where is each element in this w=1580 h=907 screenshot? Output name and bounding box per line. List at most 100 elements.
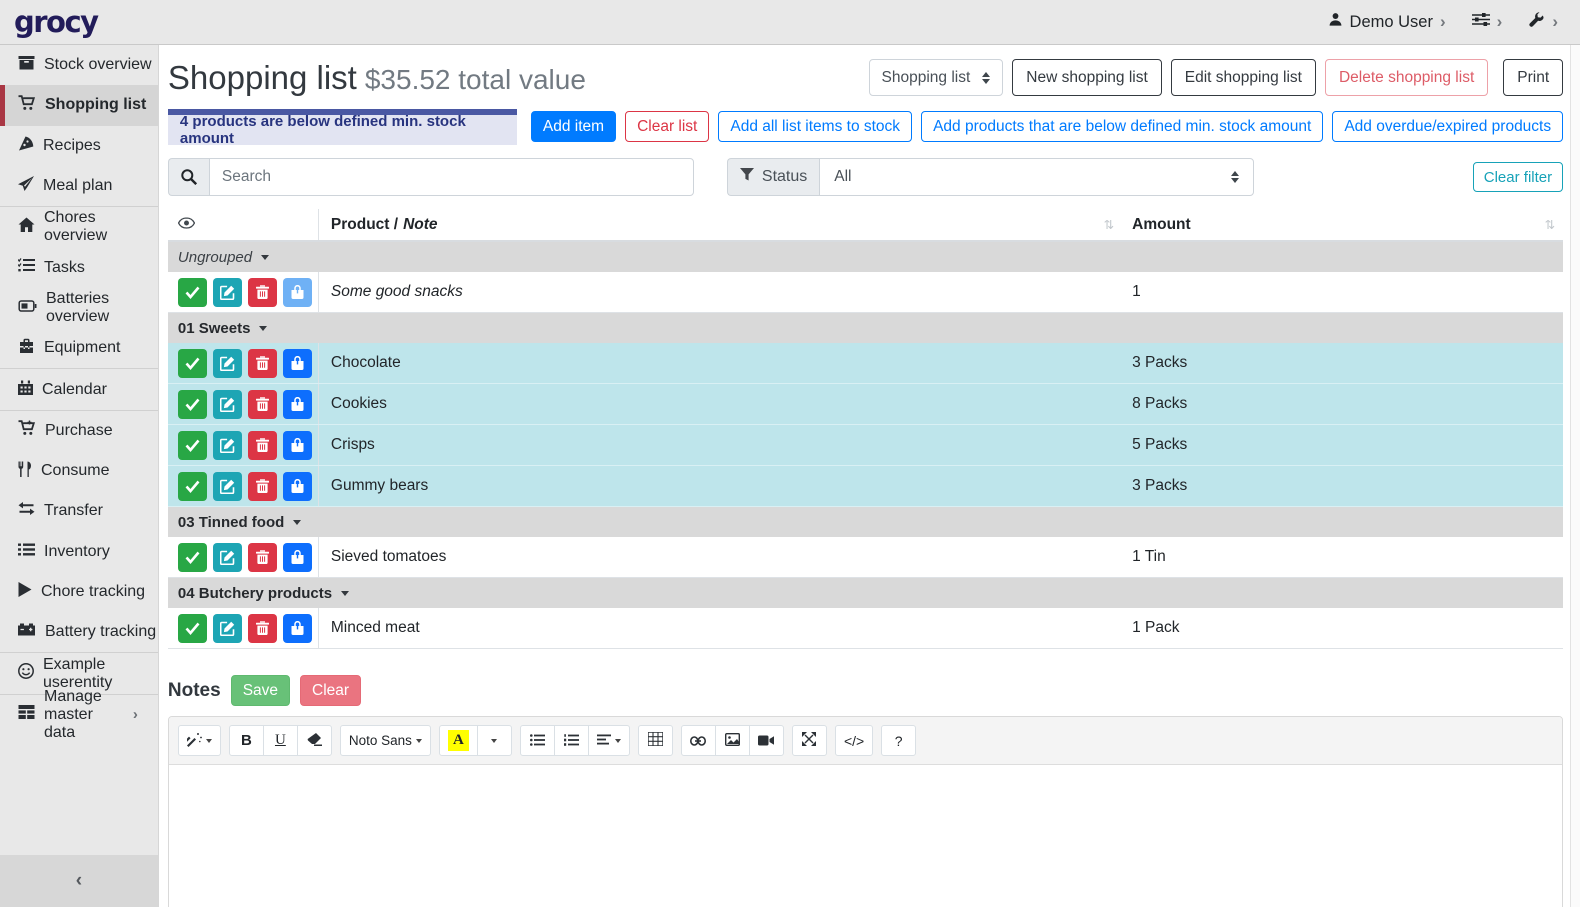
sidebar-item-transfer[interactable]: Transfer <box>0 491 158 531</box>
add-below-min-stock-button[interactable]: Add products that are below defined min.… <box>921 111 1323 142</box>
sidebar-item-tasks[interactable]: Tasks <box>0 247 158 287</box>
table-button[interactable] <box>638 725 673 756</box>
admin-menu[interactable]: › <box>1528 12 1558 33</box>
fullscreen-button[interactable] <box>792 725 827 756</box>
notes-editor-area[interactable] <box>169 765 1562 907</box>
purchase-button[interactable] <box>283 543 312 572</box>
edit-button[interactable] <box>213 543 242 572</box>
delete-shopping-list-button[interactable]: Delete shopping list <box>1325 59 1488 96</box>
delete-button[interactable] <box>248 349 277 378</box>
purchase-button[interactable] <box>283 390 312 419</box>
sidebar-item-battery-tracking[interactable]: Battery tracking <box>0 612 158 652</box>
help-button[interactable]: ? <box>881 725 916 756</box>
amount: 1 Tin <box>1132 548 1166 566</box>
edit-button[interactable] <box>213 614 242 643</box>
column-product[interactable]: Product / <box>331 216 398 234</box>
eye-icon[interactable] <box>178 216 195 234</box>
sidebar-item-chore-tracking[interactable]: Chore tracking <box>0 572 158 612</box>
done-button[interactable] <box>178 431 207 460</box>
link-button[interactable] <box>681 725 716 756</box>
new-shopping-list-button[interactable]: New shopping list <box>1012 59 1161 96</box>
status-select[interactable]: All <box>819 158 1254 196</box>
edit-button[interactable] <box>213 431 242 460</box>
group-header-butchery[interactable]: 04 Butchery products <box>168 578 1563 608</box>
column-note[interactable]: Note <box>403 216 437 234</box>
done-button[interactable] <box>178 349 207 378</box>
select-arrows-icon <box>982 72 990 84</box>
sidebar-collapse-button[interactable]: ‹ <box>0 855 158 907</box>
text-color-dropdown[interactable] <box>477 725 512 756</box>
numbered-list-icon <box>564 733 579 749</box>
notes-save-button[interactable]: Save <box>231 675 290 706</box>
paragraph-align-button[interactable] <box>588 725 630 756</box>
done-button[interactable] <box>178 543 207 572</box>
sidebar-item-equipment[interactable]: Equipment <box>0 328 158 368</box>
sidebar-item-manage-master-data[interactable]: Manage master data › <box>0 695 158 735</box>
code-view-button[interactable]: </> <box>835 725 873 756</box>
pizza-icon <box>18 136 34 156</box>
clear-list-button[interactable]: Clear list <box>625 111 709 142</box>
font-family-select[interactable]: Noto Sans <box>340 725 431 756</box>
notes-clear-button[interactable]: Clear <box>300 675 361 706</box>
unordered-list-button[interactable] <box>520 725 555 756</box>
user-menu[interactable]: Demo User › <box>1328 12 1446 32</box>
column-amount[interactable]: Amount <box>1132 216 1191 234</box>
main-content: Shopping list$35.52 total value Shopping… <box>159 45 1570 907</box>
edit-button[interactable] <box>213 278 242 307</box>
table-row: Some good snacks 1 <box>168 272 1563 313</box>
group-header-tinned-food[interactable]: 03 Tinned food <box>168 507 1563 537</box>
home-icon <box>18 217 35 237</box>
delete-button[interactable] <box>248 614 277 643</box>
purchase-button[interactable] <box>283 614 312 643</box>
edit-button[interactable] <box>213 472 242 501</box>
sidebar-item-purchase[interactable]: Purchase <box>0 411 158 451</box>
delete-button[interactable] <box>248 390 277 419</box>
delete-button[interactable] <box>248 431 277 460</box>
sort-icon[interactable]: ⇅ <box>1104 217 1114 232</box>
bold-button[interactable]: B <box>229 725 264 756</box>
settings-menu[interactable]: › <box>1472 12 1503 32</box>
text-color-button[interactable]: A <box>439 725 478 756</box>
add-item-button[interactable]: Add item <box>531 111 616 142</box>
edit-button[interactable] <box>213 349 242 378</box>
purchase-button[interactable] <box>283 431 312 460</box>
purchase-button[interactable] <box>283 349 312 378</box>
delete-button[interactable] <box>248 472 277 501</box>
sidebar-item-meal-plan[interactable]: Meal plan <box>0 166 158 206</box>
delete-button[interactable] <box>248 543 277 572</box>
clear-filter-button[interactable]: Clear filter <box>1473 162 1563 192</box>
add-all-to-stock-button[interactable]: Add all list items to stock <box>718 111 912 142</box>
underline-button[interactable]: U <box>263 725 298 756</box>
done-button[interactable] <box>178 390 207 419</box>
delete-button[interactable] <box>248 278 277 307</box>
group-header-ungrouped[interactable]: Ungrouped <box>168 242 1563 272</box>
done-button[interactable] <box>178 278 207 307</box>
purchase-button[interactable] <box>283 472 312 501</box>
eraser-button[interactable] <box>297 725 332 756</box>
sort-icon[interactable]: ⇅ <box>1545 217 1555 232</box>
sidebar-item-inventory[interactable]: Inventory <box>0 532 158 572</box>
edit-button[interactable] <box>213 390 242 419</box>
sidebar-item-recipes[interactable]: Recipes <box>0 126 158 166</box>
sidebar-item-stock-overview[interactable]: Stock overview <box>0 45 158 85</box>
scrollbar[interactable] <box>1570 45 1580 907</box>
group-header-sweets[interactable]: 01 Sweets <box>168 313 1563 343</box>
purchase-button[interactable] <box>283 278 312 307</box>
print-button[interactable]: Print <box>1503 59 1563 96</box>
done-button[interactable] <box>178 614 207 643</box>
shopping-list-select[interactable]: Shopping list <box>869 59 1004 96</box>
video-button[interactable] <box>749 725 784 756</box>
sidebar-item-calendar[interactable]: Calendar <box>0 369 158 409</box>
done-button[interactable] <box>178 472 207 501</box>
add-overdue-button[interactable]: Add overdue/expired products <box>1332 111 1563 142</box>
sidebar-item-shopping-list[interactable]: Shopping list <box>0 85 158 125</box>
image-button[interactable] <box>715 725 750 756</box>
search-input[interactable] <box>209 158 694 196</box>
sidebar-item-chores-overview[interactable]: Chores overview <box>0 207 158 247</box>
cart-plus-icon <box>18 420 36 441</box>
sidebar-item-consume[interactable]: Consume <box>0 451 158 491</box>
edit-shopping-list-button[interactable]: Edit shopping list <box>1171 59 1316 96</box>
sidebar-item-batteries-overview[interactable]: Batteries overview <box>0 288 158 328</box>
magic-style-button[interactable] <box>178 725 221 756</box>
ordered-list-button[interactable] <box>554 725 589 756</box>
